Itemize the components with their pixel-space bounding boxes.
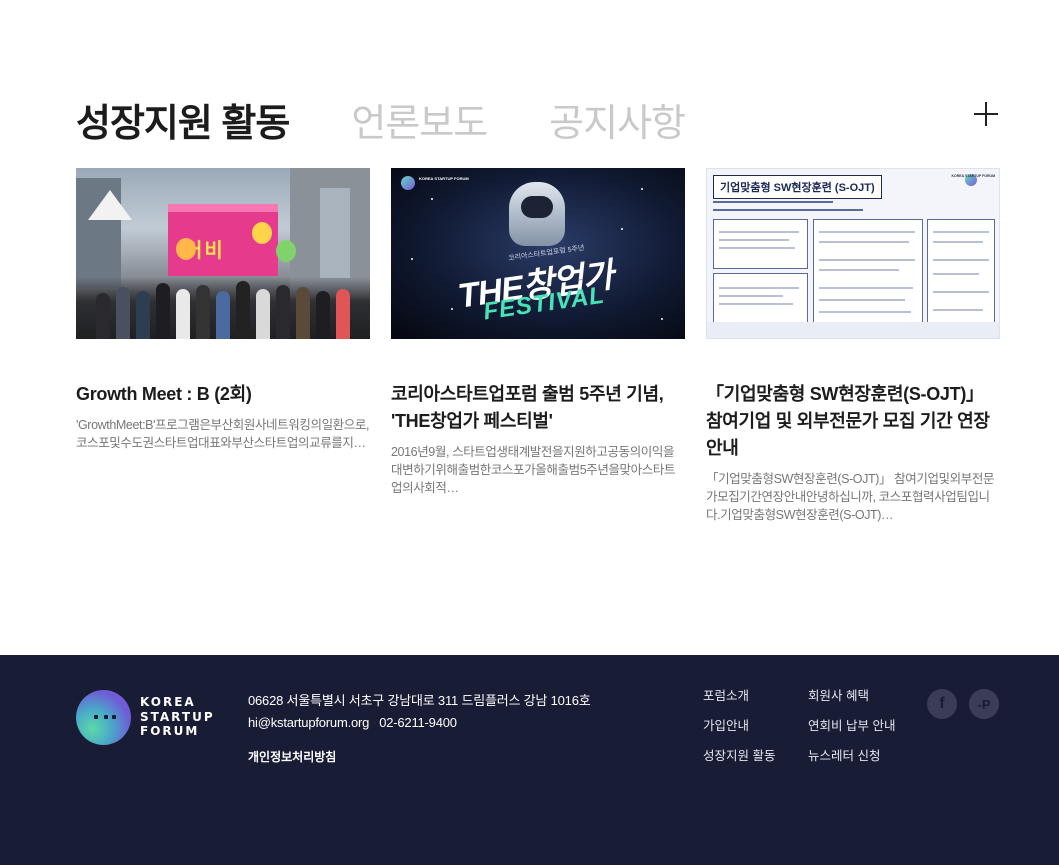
footer-contact: 06628 서울특별시 서초구 강남대로 311 드림플러스 강남 1016호 … bbox=[248, 690, 591, 734]
card-thumbnail-photo: 커비 bbox=[76, 168, 370, 339]
brand-line-1: KOREA bbox=[140, 695, 196, 709]
page: 성장지원 활동 언론보도 공지사항 커비 Growth Meet: B (2회… bbox=[0, 0, 1059, 865]
card-thumbnail-festival: KOREA STARTUP FORUM 코리아스타트업포럼 5주년 THE창업가… bbox=[391, 168, 685, 339]
section-tabs: 성장지원 활동 언론보도 공지사항 bbox=[76, 92, 747, 147]
ksf-logo-icon bbox=[401, 176, 415, 190]
footer-link-annual-fee[interactable]: 연회비 납부 안내 bbox=[808, 717, 918, 735]
footer-link-newsletter[interactable]: 뉴스레터 신청 bbox=[808, 747, 918, 765]
footer-nav: 포럼소개 회원사 혜택 가입안내 연회비 납부 안내 성장지원 활동 뉴스레터 … bbox=[703, 687, 918, 765]
footer-link-growth-support[interactable]: 성장지원 활동 bbox=[703, 747, 808, 765]
thumbnail-logo-text: KOREA STARTUP FORUM bbox=[951, 174, 996, 178]
footer-link-about[interactable]: 포럼소개 bbox=[703, 687, 808, 705]
footer-link-join-guide[interactable]: 가입안내 bbox=[703, 717, 808, 735]
thumbnail-doc-title: 기업맞춤형 SW현장훈련 (S-OJT) bbox=[713, 175, 882, 199]
card-description: 'GrowthMeet:B'프로그램은부산회원사네트워킹의일환으로, 코스포및수… bbox=[76, 418, 370, 450]
card-description: 「기업맞춤형SW현장훈련(S-OJT)」 참여기업및외부전문가모집기간연장안내안… bbox=[706, 472, 995, 522]
facebook-icon[interactable]: f bbox=[927, 689, 957, 719]
card-the-founder-festival[interactable]: KOREA STARTUP FORUM 코리아스타트업포럼 5주년 THE창업가… bbox=[391, 168, 685, 524]
tab-press[interactable]: 언론보도 bbox=[351, 92, 488, 147]
brand-line-3: FORUM bbox=[140, 724, 200, 738]
footer-phone: 02-6211-9400 bbox=[379, 715, 457, 730]
footer-email[interactable]: hi@kstartupforum.org bbox=[248, 715, 369, 730]
card-growth-meet[interactable]: 커비 Growth Meet : B (2회) 'GrowthMeet:B'프로… bbox=[76, 168, 370, 524]
card-title: Growth Meet : B (2회) bbox=[76, 384, 252, 404]
footer-link-member-benefits[interactable]: 회원사 혜택 bbox=[808, 687, 918, 705]
card-description: 2016년9월, 스타트업생태계발전을지원하고공동의이익을대변하기위해출범한코스… bbox=[391, 445, 676, 495]
tab-notice[interactable]: 공지사항 bbox=[549, 92, 686, 147]
card-s-ojt-notice[interactable]: 기업맞춤형 SW현장훈련 (S-OJT) KOREA STARTUP FORUM bbox=[706, 168, 1000, 524]
post-icon[interactable]: -P bbox=[969, 689, 999, 719]
site-footer: KOREA STARTUP FORUM 06628 서울특별시 서초구 강남대로… bbox=[0, 655, 1059, 865]
card-thumbnail-document: 기업맞춤형 SW현장훈련 (S-OJT) KOREA STARTUP FORUM bbox=[706, 168, 1000, 339]
footer-address: 06628 서울특별시 서초구 강남대로 311 드림플러스 강남 1016호 bbox=[248, 693, 591, 708]
brand-line-2: STARTUP bbox=[140, 709, 215, 724]
tab-growth-support[interactable]: 성장지원 활동 bbox=[76, 92, 290, 147]
card-list: 커비 Growth Meet : B (2회) 'GrowthMeet:B'프로… bbox=[76, 168, 1000, 524]
card-title: 「기업맞춤형 SW현장훈련(S-OJT)」 참여기업 및 외부전문가 모집 기간… bbox=[706, 384, 990, 458]
thumbnail-logo-text: KOREA STARTUP FORUM bbox=[419, 176, 469, 181]
ksf-logo-icon[interactable] bbox=[76, 690, 131, 745]
card-title: 코리아스타트업포럼 출범 5주년 기념, 'THE창업가 페스티벌' bbox=[391, 384, 664, 431]
more-plus-icon[interactable] bbox=[974, 100, 1002, 128]
footer-brand: KOREA STARTUP FORUM bbox=[140, 695, 215, 739]
privacy-policy-link[interactable]: 개인정보처리방침 bbox=[248, 748, 336, 765]
